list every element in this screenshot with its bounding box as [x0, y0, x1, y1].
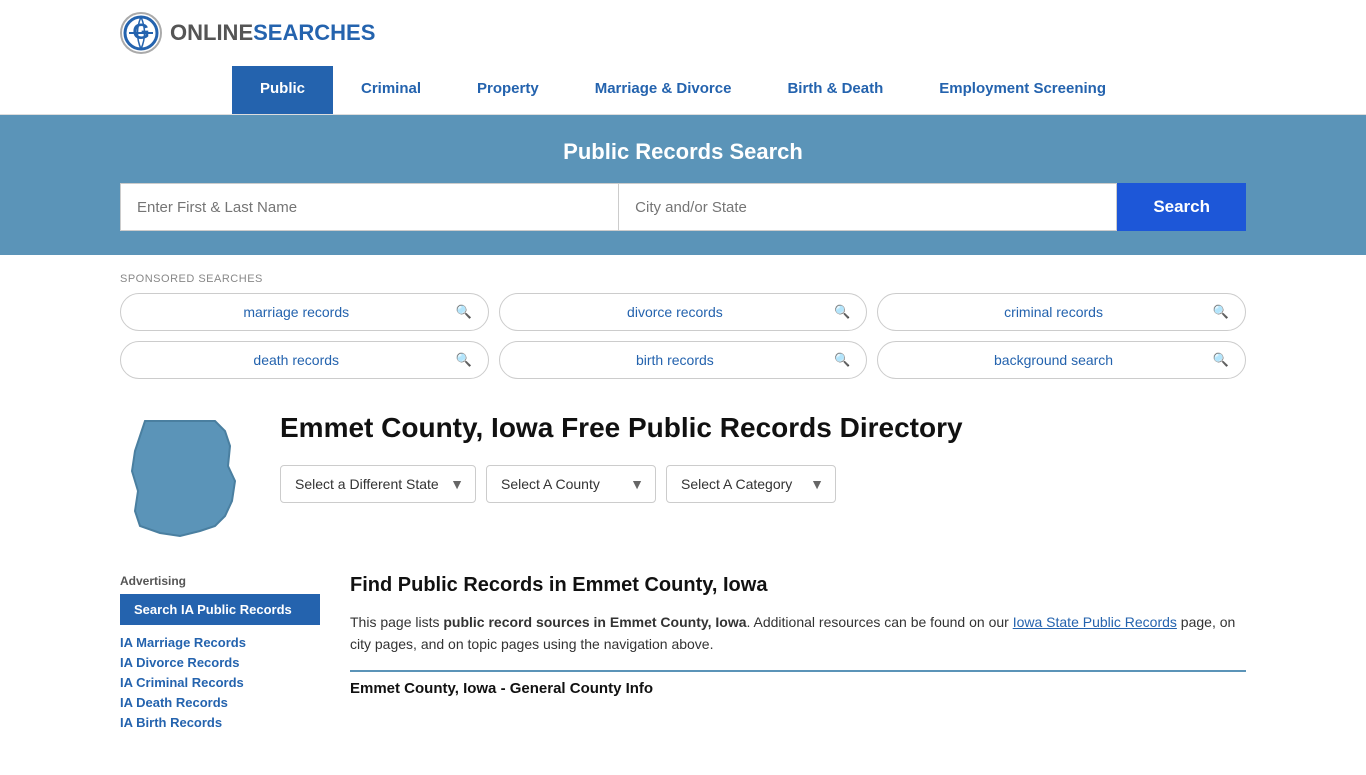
county-dropdown[interactable]: Select A County — [486, 465, 656, 503]
sidebar: Advertising Search IA Public Records IA … — [120, 574, 320, 735]
state-dropdown-wrapper: Select a Different State ▼ — [280, 465, 476, 503]
logo-online: ONLINE — [170, 20, 253, 46]
sidebar-cta-button[interactable]: Search IA Public Records — [120, 594, 320, 625]
county-title: Emmet County, Iowa Free Public Records D… — [280, 411, 963, 445]
search-button[interactable]: Search — [1117, 183, 1246, 231]
search-icon-criminal: 🔍 — [1213, 304, 1229, 320]
nav-property[interactable]: Property — [449, 66, 567, 114]
svg-text:G: G — [132, 19, 149, 44]
general-info-heading: Emmet County, Iowa - General County Info — [350, 680, 1246, 697]
county-section: Emmet County, Iowa Free Public Records D… — [120, 403, 1246, 554]
search-banner-title: Public Records Search — [120, 139, 1246, 165]
sidebar-link-birth[interactable]: IA Birth Records — [120, 715, 320, 730]
sponsored-item-divorce[interactable]: divorce records 🔍 — [499, 293, 868, 331]
sponsored-text-birth: birth records — [516, 352, 834, 368]
dropdowns-row: Select a Different State ▼ Select A Coun… — [280, 465, 963, 503]
sponsored-text-marriage: marriage records — [137, 304, 455, 320]
logo-icon: G — [120, 12, 162, 54]
advertising-label: Advertising — [120, 574, 320, 588]
sponsored-text-background: background search — [894, 352, 1212, 368]
records-description: This page lists public record sources in… — [350, 611, 1246, 656]
nav-birth-death[interactable]: Birth & Death — [759, 66, 911, 114]
iowa-state-link[interactable]: Iowa State Public Records — [1013, 614, 1177, 630]
desc-start: This page lists — [350, 614, 443, 630]
search-banner: Public Records Search Search — [0, 115, 1366, 255]
logo-text: ONLINE SEARCHES — [170, 20, 375, 46]
city-input[interactable] — [618, 183, 1117, 231]
sidebar-link-criminal[interactable]: IA Criminal Records — [120, 675, 320, 690]
logo-searches: SEARCHES — [253, 20, 375, 46]
sponsored-label: SPONSORED SEARCHES — [120, 273, 1246, 285]
iowa-map-svg — [120, 411, 250, 551]
nav-criminal[interactable]: Criminal — [333, 66, 449, 114]
nav-marriage-divorce[interactable]: Marriage & Divorce — [567, 66, 760, 114]
search-icon-background: 🔍 — [1213, 352, 1229, 368]
sidebar-link-marriage[interactable]: IA Marriage Records — [120, 635, 320, 650]
sponsored-grid: marriage records 🔍 divorce records 🔍 cri… — [120, 293, 1246, 379]
main-nav: Public Criminal Property Marriage & Divo… — [0, 66, 1366, 115]
header: G ONLINE SEARCHES — [0, 0, 1366, 66]
logo[interactable]: G ONLINE SEARCHES — [120, 12, 375, 54]
sidebar-link-divorce[interactable]: IA Divorce Records — [120, 655, 320, 670]
content-area: Find Public Records in Emmet County, Iow… — [350, 574, 1246, 735]
search-icon-death: 🔍 — [455, 352, 471, 368]
sponsored-item-criminal[interactable]: criminal records 🔍 — [877, 293, 1246, 331]
sidebar-link-death[interactable]: IA Death Records — [120, 695, 320, 710]
sponsored-text-criminal: criminal records — [894, 304, 1212, 320]
category-dropdown[interactable]: Select A Category — [666, 465, 836, 503]
state-map — [120, 411, 250, 554]
search-icon-marriage: 🔍 — [455, 304, 471, 320]
sponsored-item-death[interactable]: death records 🔍 — [120, 341, 489, 379]
sponsored-item-marriage[interactable]: marriage records 🔍 — [120, 293, 489, 331]
find-records-title: Find Public Records in Emmet County, Iow… — [350, 574, 1246, 597]
county-dropdown-wrapper: Select A County ▼ — [486, 465, 656, 503]
section-divider — [350, 670, 1246, 672]
search-row: Search — [120, 183, 1246, 231]
state-dropdown[interactable]: Select a Different State — [280, 465, 476, 503]
search-icon-birth: 🔍 — [834, 352, 850, 368]
sponsored-section: SPONSORED SEARCHES marriage records 🔍 di… — [120, 273, 1246, 379]
search-icon-divorce: 🔍 — [834, 304, 850, 320]
sponsored-item-background[interactable]: background search 🔍 — [877, 341, 1246, 379]
category-dropdown-wrapper: Select A Category ▼ — [666, 465, 836, 503]
county-info: Emmet County, Iowa Free Public Records D… — [280, 411, 963, 503]
sponsored-text-death: death records — [137, 352, 455, 368]
desc-bold: public record sources in Emmet County, I… — [443, 614, 746, 630]
name-input[interactable] — [120, 183, 618, 231]
nav-public[interactable]: Public — [232, 66, 333, 114]
sponsored-item-birth[interactable]: birth records 🔍 — [499, 341, 868, 379]
sponsored-text-divorce: divorce records — [516, 304, 834, 320]
nav-employment[interactable]: Employment Screening — [911, 66, 1134, 114]
desc-mid: . Additional resources can be found on o… — [747, 614, 1013, 630]
content-row: Advertising Search IA Public Records IA … — [120, 574, 1246, 735]
